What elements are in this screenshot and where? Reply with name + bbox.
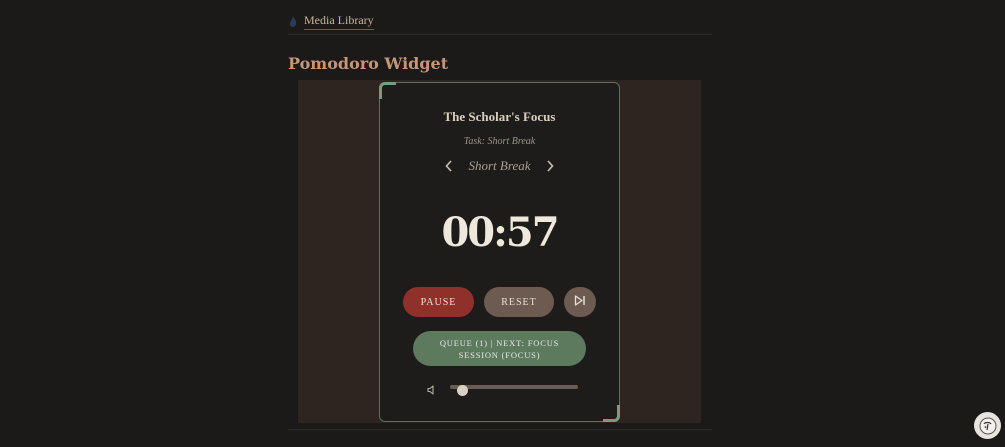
divider: [288, 429, 712, 430]
breadcrumb-link-media-library[interactable]: Media Library: [304, 13, 374, 30]
volume-slider-thumb[interactable]: [456, 385, 468, 396]
page: Media Library Pomodoro Widget The Schola…: [0, 0, 1005, 447]
volume-control: [426, 380, 586, 396]
timer-display: 00:57: [441, 209, 559, 256]
corner-accent: [603, 405, 620, 422]
breadcrumb: Media Library: [288, 10, 374, 32]
widget-title: The Scholar's Focus: [443, 109, 556, 124]
queue-button[interactable]: QUEUE (1) | NEXT: FOCUS SESSION (FOCUS): [413, 331, 586, 366]
mode-selector: Short Break: [380, 157, 619, 175]
task-label: Task: Short Break: [463, 136, 536, 147]
skip-forward-icon: [574, 295, 586, 309]
chevron-right-icon[interactable]: [544, 159, 556, 173]
section-title: Pomodoro Widget: [288, 54, 449, 73]
volume-slider[interactable]: [450, 385, 578, 396]
flame-icon: [288, 14, 298, 28]
divider: [288, 34, 712, 35]
timer-controls: PAUSE RESET: [403, 287, 596, 317]
chevron-left-icon[interactable]: [443, 159, 455, 173]
skip-button[interactable]: [564, 287, 596, 317]
mode-label: Short Break: [468, 158, 531, 173]
reset-button[interactable]: RESET: [484, 287, 554, 317]
pomodoro-card: The Scholar's Focus Task: Short Break Sh…: [379, 82, 620, 422]
pause-button[interactable]: PAUSE: [403, 287, 474, 317]
corner-accent: [379, 82, 396, 99]
speaker-icon[interactable]: [426, 381, 438, 395]
assistant-avatar-icon[interactable]: [974, 412, 1001, 439]
